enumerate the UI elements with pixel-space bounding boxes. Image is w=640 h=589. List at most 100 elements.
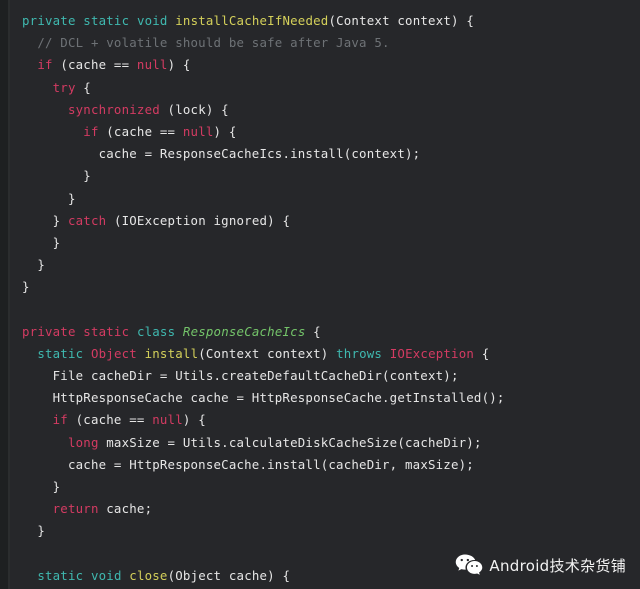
code-token: (lock) { (159, 101, 229, 117)
code-token: (Object cache) { (167, 567, 291, 583)
code-token: void (90, 567, 122, 583)
code-line: } (0, 276, 640, 298)
code-token: cache = HttpResponseCache.install(cacheD… (67, 456, 474, 472)
code-token: ) { (167, 57, 191, 73)
code-token: { (75, 79, 91, 95)
code-token: } (67, 190, 76, 206)
code-line: if (cache == null) { (0, 54, 640, 76)
code-token: if (83, 123, 99, 139)
code-token: ResponseCacheIcs (182, 323, 306, 339)
code-token: cache; (98, 501, 153, 517)
code-token: (IOException ignored) { (106, 212, 291, 228)
code-token: (cache == (98, 123, 183, 139)
code-token: static (83, 13, 130, 28)
code-token: class (136, 323, 176, 339)
code-token: } (52, 478, 61, 494)
watermark: Android技术杂货铺 (455, 553, 626, 577)
code-token: null (152, 412, 183, 428)
code-line: synchronized (lock) { (0, 99, 640, 121)
code-token: IOException (389, 345, 475, 361)
code-token: (Context context) (198, 345, 337, 361)
code-line: } (0, 254, 640, 276)
code-token: throws (336, 345, 383, 361)
code-token: if (52, 412, 68, 428)
code-token: } (37, 257, 45, 273)
code-line: long maxSize = Utils.calculateDiskCacheS… (0, 432, 640, 454)
code-token: HttpResponseCache cache = HttpResponseCa… (52, 390, 505, 406)
code-token: long (67, 434, 99, 450)
code-token: } (83, 168, 91, 184)
code-token: static (37, 567, 84, 583)
code-line: static Object install(Context context) t… (0, 343, 640, 365)
code-line: cache = ResponseCacheIcs.install(context… (0, 143, 640, 165)
code-block[interactable]: private static void installCacheIfNeeded… (0, 0, 640, 589)
code-line: // DCL + volatile should be safe after J… (0, 32, 640, 54)
code-token: // DCL + volatile should be safe after J… (37, 35, 390, 51)
code-token: synchronized (67, 101, 160, 117)
code-token: } (52, 212, 68, 228)
code-token: return (52, 501, 99, 517)
code-token: void (136, 13, 168, 28)
code-token: if (37, 57, 53, 73)
code-token: (Context context) { (328, 13, 474, 28)
code-token: } (52, 234, 61, 250)
code-token: null (136, 57, 168, 73)
code-line: } (0, 165, 640, 187)
code-token: installCacheIfNeeded (175, 13, 329, 28)
code-line: } catch (IOException ignored) { (0, 210, 640, 232)
wechat-icon (455, 553, 483, 577)
code-token: Object (90, 345, 137, 361)
code-token: (cache == (67, 412, 153, 428)
code-token: static (37, 345, 84, 361)
code-line: HttpResponseCache cache = HttpResponseCa… (0, 387, 640, 409)
code-line: File cacheDir = Utils.createDefaultCache… (0, 365, 640, 387)
code-line: } (0, 476, 640, 498)
code-line: try { (0, 77, 640, 99)
code-token: null (182, 123, 214, 139)
code-line: cache = HttpResponseCache.install(cacheD… (0, 454, 640, 476)
code-token: } (22, 279, 30, 295)
code-line: private static void installCacheIfNeeded… (0, 10, 640, 32)
code-token: { (305, 323, 321, 339)
code-token: ) { (182, 412, 206, 428)
code-token: catch (67, 212, 107, 228)
watermark-label: Android技术杂货铺 (489, 556, 626, 575)
code-token: private (22, 13, 76, 28)
code-token: try (52, 79, 76, 95)
code-token: File cacheDir = Utils.createDefaultCache… (52, 368, 459, 383)
code-line: } (0, 188, 640, 210)
code-token: close (129, 567, 168, 583)
code-line: if (cache == null) { (0, 409, 640, 431)
code-token: private (22, 323, 76, 339)
code-token: cache = ResponseCacheIcs.install(context… (98, 146, 421, 162)
code-token: } (37, 523, 45, 539)
code-line: private static class ResponseCacheIcs { (0, 321, 640, 343)
code-line: if (cache == null) { (0, 121, 640, 143)
code-token: ) { (213, 123, 237, 139)
